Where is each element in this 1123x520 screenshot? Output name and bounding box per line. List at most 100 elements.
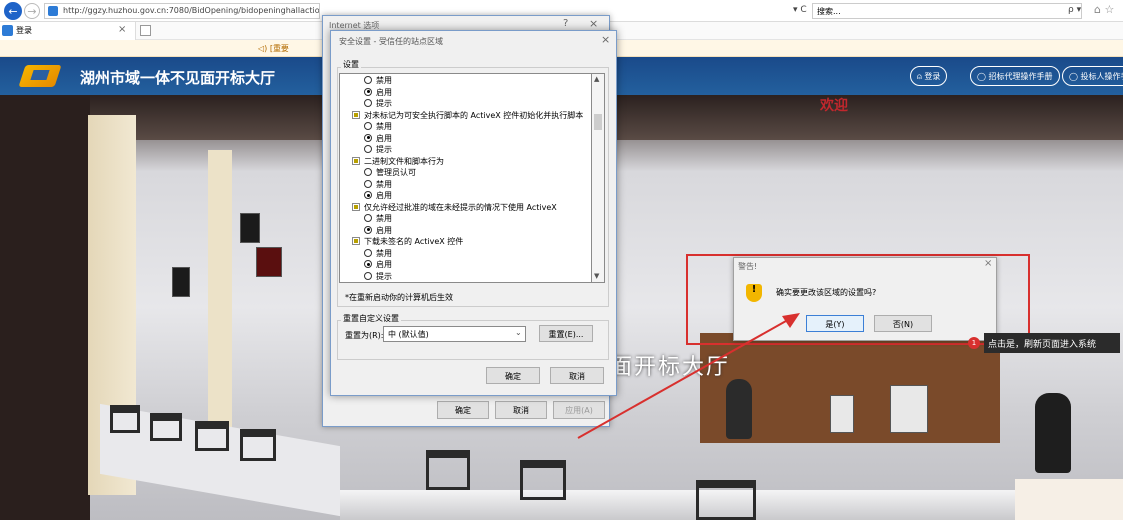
radio-checked-icon[interactable] (364, 225, 372, 234)
settings-option-label: 提示 (376, 271, 392, 281)
search-input[interactable]: 搜索... (812, 3, 1082, 19)
settings-option-label: 管理员认可 (376, 168, 416, 177)
scene-chair (150, 413, 182, 441)
settings-scrollbar[interactable]: ▲ ▼ (592, 73, 605, 283)
url-input[interactable]: http://ggzy.huzhou.gov.cn:7080/BidOpenin… (44, 3, 320, 19)
setting-category-icon (352, 202, 360, 211)
search-icon[interactable]: ρ ▾ (1068, 5, 1081, 15)
reset-to-label: 重置为(R): (345, 331, 384, 340)
agent-manual-label: 招标代理操作手册 (988, 72, 1053, 81)
settings-option-label: 禁用 (376, 122, 392, 131)
settings-option-label: 禁用 (376, 179, 392, 189)
yes-button[interactable]: 是(Y) (806, 315, 864, 332)
radio-checked-icon[interactable] (364, 260, 372, 268)
warning-message: 确实要更改该区域的设置吗? (776, 288, 877, 297)
scene-monitor (890, 385, 928, 433)
setting-category-icon (352, 156, 360, 165)
agent-manual-button[interactable]: ◯ 招标代理操作手册 (970, 66, 1060, 86)
settings-option-label: 启用 (376, 191, 392, 200)
browser-tab[interactable]: 登录 × (0, 22, 136, 40)
settings-category-label: 下载未签名的 ActiveX 控件 (364, 237, 464, 246)
settings-category-label: 二进制文件和脚本行为 (364, 156, 444, 166)
setting-category-icon (352, 110, 360, 119)
close-icon[interactable]: × (601, 33, 610, 46)
ie-apply-button[interactable]: 应用(A) (553, 401, 605, 419)
scroll-down-icon[interactable]: ▼ (594, 272, 599, 280)
reset-button[interactable]: 重置(E)... (539, 325, 593, 342)
ok-button[interactable]: 确定 (486, 367, 540, 384)
warning-dialog: 警告! × ! 确实要更改该区域的设置吗? 是(Y) 否(N) (733, 257, 997, 341)
scene-chair (520, 460, 566, 500)
settings-option-label: 启用 (376, 260, 392, 269)
scene-chair (240, 429, 276, 461)
close-icon[interactable]: × (589, 17, 598, 30)
reset-level-select[interactable]: 中 (默认值) (383, 326, 526, 342)
radio-checked-icon[interactable] (364, 133, 372, 142)
close-icon[interactable]: × (984, 258, 992, 269)
step-badge: 1 (968, 337, 980, 349)
radio-unchecked-icon[interactable] (364, 76, 372, 84)
scene-screen (240, 213, 260, 243)
bidder-manual-button[interactable]: ◯ 投标人操作手 (1062, 66, 1123, 86)
tab-title: 登录 (16, 26, 32, 35)
site-favicon-icon (48, 6, 58, 16)
settings-category-label: 仅允许经过批准的域在未经提示的情况下使用 ActiveX (364, 202, 557, 212)
dialog-title: 安全设置 - 受信任的站点区域 (339, 37, 443, 46)
tab-favicon-icon (2, 25, 13, 36)
scene-person (726, 379, 752, 439)
scene-hall-title: 面开标大厅 (610, 355, 731, 380)
scrollbar-thumb[interactable] (594, 114, 602, 130)
close-tab-icon[interactable]: × (118, 24, 126, 35)
radio-unchecked-icon[interactable] (364, 168, 372, 176)
scene-person (1035, 393, 1071, 473)
radio-unchecked-icon[interactable] (364, 248, 372, 257)
scene-monitor (830, 395, 854, 433)
site-title: 湖州市域一体不见面开标大厅 (80, 69, 276, 87)
radio-unchecked-icon[interactable] (364, 122, 372, 130)
ie-cancel-button[interactable]: 取消 (495, 401, 547, 419)
radio-checked-icon[interactable] (364, 191, 372, 199)
settings-option-label: 禁用 (376, 248, 392, 258)
scene-left-wall (0, 95, 90, 520)
restart-note: *在重新启动你的计算机后生效 (345, 293, 453, 302)
chevron-down-icon[interactable]: ⌄ (515, 328, 522, 337)
radio-unchecked-icon[interactable] (364, 99, 372, 107)
ie-ok-button[interactable]: 确定 (437, 401, 489, 419)
step-tooltip: 点击是，刷新页面进入系统 (984, 333, 1120, 353)
scene-chair (110, 405, 140, 433)
settings-option-label: 禁用 (376, 76, 392, 85)
settings-option-label: 提示 (376, 145, 392, 154)
settings-list[interactable]: 禁用 启用 提示 对未标记为可安全执行脚本的 ActiveX 控件初始化并执行脚本 禁用… (339, 73, 592, 283)
back-arrow-icon[interactable]: ← (4, 2, 22, 20)
refresh-icon[interactable]: ▾ C (793, 5, 807, 15)
settings-category-label: 对未标记为可安全执行脚本的 ActiveX 控件初始化并执行脚本 (364, 110, 584, 120)
radio-unchecked-icon[interactable] (364, 145, 372, 153)
radio-unchecked-icon[interactable] (364, 179, 372, 188)
notice-text: ◁) [重要 (258, 44, 289, 53)
help-icon[interactable]: ? (563, 18, 568, 29)
forward-arrow-icon[interactable]: → (24, 3, 40, 19)
settings-option-label: 启用 (376, 133, 392, 143)
no-button[interactable]: 否(N) (874, 315, 932, 332)
login-button[interactable]: ⍝ 登录 (910, 66, 948, 86)
warning-shield-icon: ! (746, 284, 762, 302)
scene-panel (1015, 479, 1123, 520)
scene-pillar (208, 150, 232, 450)
new-tab-icon[interactable] (140, 25, 151, 36)
home-icon[interactable]: ⌂ ☆ (1094, 3, 1114, 16)
settings-option-label: 启用 (376, 87, 392, 97)
login-label: 登录 (924, 72, 941, 81)
scroll-up-icon[interactable]: ▲ (594, 75, 599, 83)
cancel-button[interactable]: 取消 (550, 367, 604, 384)
settings-label: 设置 (341, 59, 361, 70)
radio-unchecked-icon[interactable] (364, 271, 372, 280)
radio-unchecked-icon[interactable] (364, 214, 372, 222)
radio-checked-icon[interactable] (364, 87, 372, 96)
scene-chair (426, 450, 470, 490)
settings-option-label: 提示 (376, 99, 392, 108)
dialog-title: 警告! (738, 262, 758, 271)
scene-welcome-sign: 欢迎 (820, 98, 848, 114)
settings-option-label: 启用 (376, 225, 392, 235)
scene-chair (195, 421, 229, 451)
scene-screen (256, 247, 282, 277)
